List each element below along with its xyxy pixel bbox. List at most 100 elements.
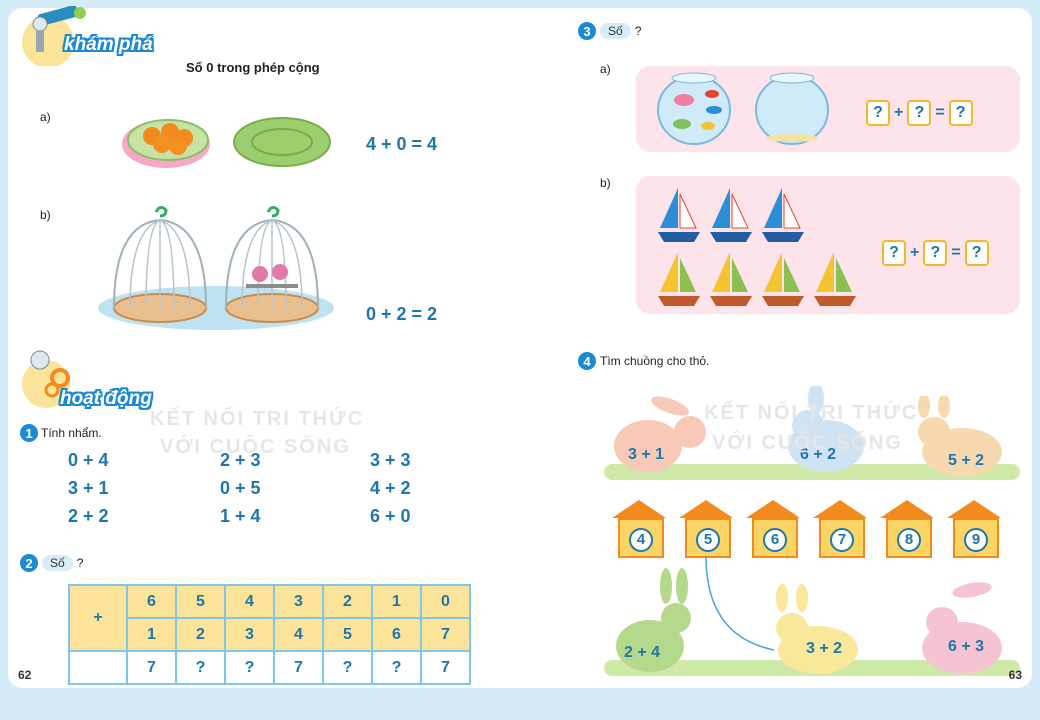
exercise-4-number: 4	[578, 352, 596, 370]
exercise-1-item: 0 + 5	[220, 478, 261, 498]
exercise-3-number: 3	[578, 22, 596, 40]
table-cell-empty	[68, 650, 128, 685]
exercise-3b-equation: ? + ? = ?	[882, 240, 989, 266]
table-cell: 3	[273, 584, 324, 619]
table-cell: 1	[126, 617, 177, 652]
house-number: 6	[763, 528, 787, 552]
exercise-1-number: 1	[20, 424, 38, 442]
exercise-4-header: 4 Tìm chuồng cho thỏ.	[578, 352, 709, 370]
page-number-right: 63	[1008, 668, 1022, 682]
answer-box[interactable]: ?	[866, 100, 890, 126]
exercise-3-part-a-label: a)	[600, 62, 611, 76]
part-b-equation: 0 + 2 = 2	[366, 304, 438, 324]
exercise-3-so-label: Số	[600, 23, 631, 39]
house-icon[interactable]: 4	[612, 500, 666, 558]
sailboats-illustration	[658, 188, 856, 306]
house-icon[interactable]: 5	[679, 500, 733, 558]
watermark-line-2: VỚI CUỘC SỐNG	[712, 432, 903, 454]
part-b-label: b)	[40, 208, 51, 222]
table-row: 7 ? ? 7 ? ? 7	[68, 650, 471, 685]
table-cell: 2	[322, 584, 373, 619]
answer-box[interactable]: ?	[964, 240, 989, 266]
table-cell: 5	[175, 584, 226, 619]
plates-illustration	[122, 117, 331, 168]
answer-box[interactable]: ?	[882, 240, 906, 266]
table-row: + 6 5 4 3 2 1 0	[68, 584, 471, 652]
right-page: 3 Số ? a) ? + ? = ? b) ? + ? = ? 4 Tìm c…	[520, 8, 1032, 688]
watermark-line-1: KẾT NỐI TRI THỨC	[150, 408, 365, 430]
house-number: 7	[830, 528, 854, 552]
plus-cell: +	[68, 584, 128, 652]
exercise-2-header: 2 Số ?	[20, 554, 83, 572]
house-icon[interactable]: 6	[746, 500, 800, 558]
table-cell: 7	[420, 650, 471, 685]
exercise-3a-equation: ? + ? = ?	[866, 100, 973, 126]
answer-box[interactable]: ?	[923, 240, 948, 266]
answer-box[interactable]: ?	[948, 100, 973, 126]
rabbit-label: 5 + 2	[948, 452, 985, 469]
lesson-title: Số 0 trong phép cộng	[186, 60, 320, 75]
table-cell: 7	[273, 650, 324, 685]
house-icon[interactable]: 9	[947, 500, 1001, 558]
house-icon[interactable]: 7	[813, 500, 867, 558]
table-cell: 4	[224, 584, 275, 619]
table-cell: 2	[175, 617, 226, 652]
exercise-1-header: 1 Tính nhẩm.	[20, 424, 102, 442]
exercise-1-item: 3 + 3	[370, 450, 411, 470]
rabbit-icon	[922, 582, 1002, 674]
rabbit-icon	[776, 584, 858, 674]
equals-sign: =	[935, 104, 945, 121]
exercise-1-grid: 0 + 4 3 + 1 2 + 2 2 + 3 0 + 5 1 + 4 3 + …	[68, 450, 468, 534]
left-page: khám phá Số 0 trong phép cộng a) 4 + 0 =…	[8, 6, 520, 688]
table-cell: 6	[126, 584, 177, 619]
exercise-2-so-label: Số	[42, 555, 73, 571]
house-number: 5	[696, 528, 720, 552]
hoat-dong-label: hoạt động	[60, 388, 152, 409]
table-cell: 4	[273, 617, 324, 652]
house-icon[interactable]: 8	[880, 500, 934, 558]
table-row: 1 2 3 4 5 6 7	[69, 617, 471, 652]
table-cell: 3	[224, 617, 275, 652]
table-cell: 6	[371, 617, 422, 652]
kham-pha-label: khám phá	[64, 34, 153, 55]
exercise-3-header: 3 Số ?	[578, 22, 641, 40]
rabbit-label: 2 + 4	[624, 644, 661, 661]
fishbowls-illustration	[657, 72, 829, 145]
plus-sign: +	[894, 104, 904, 121]
answer-box[interactable]: ?	[907, 100, 932, 126]
exercise-4-instruction: Tìm chuồng cho thỏ.	[600, 354, 710, 368]
watermark-line-1: KẾT NỐI TRI THỨC	[704, 402, 919, 424]
house-number: 8	[897, 528, 921, 552]
table-cell: 7	[126, 650, 177, 685]
rabbit-label: 3 + 1	[628, 446, 665, 463]
exercise-1-item: 4 + 2	[370, 478, 411, 498]
watermark-line-2: VỚI CUỘC SỐNG	[160, 436, 351, 458]
exercise-2-number: 2	[20, 554, 38, 572]
rabbit-label: 3 + 2	[806, 640, 843, 657]
exercise-1-instruction: Tính nhẩm.	[41, 426, 102, 440]
rabbit-icon	[614, 396, 706, 472]
exercise-1-item: 2 + 2	[68, 506, 109, 526]
plus-sign: +	[910, 244, 920, 261]
house-number: 4	[629, 528, 653, 552]
exercise-1-item: 6 + 0	[370, 506, 411, 526]
table-cell: ?	[224, 650, 275, 685]
table-cell: ?	[175, 650, 226, 685]
exercise-1-item: 3 + 1	[68, 478, 109, 498]
addition-table: + 6 5 4 3 2 1 0 1 2 3 4 5 6 7 7 ? ? 7 ? …	[68, 584, 471, 685]
page-number-left: 62	[18, 668, 32, 682]
table-cell: 5	[322, 617, 373, 652]
house-number: 9	[964, 528, 988, 552]
table-cell: 1	[371, 584, 422, 619]
bird-cages-illustration	[98, 205, 334, 330]
table-cell: 7	[420, 617, 471, 652]
table-cell: ?	[371, 650, 422, 685]
part-a-label: a)	[40, 110, 51, 124]
exercise-2-question-mark: ?	[76, 556, 84, 570]
sailboat-icon	[658, 188, 700, 242]
exercise-1-item: 1 + 4	[220, 506, 261, 526]
exercise-3-part-b-label: b)	[600, 176, 611, 190]
exercise-3-question-mark: ?	[634, 24, 642, 38]
rabbit-label: 6 + 3	[948, 638, 985, 655]
part-a-equation: 4 + 0 = 4	[366, 134, 438, 154]
